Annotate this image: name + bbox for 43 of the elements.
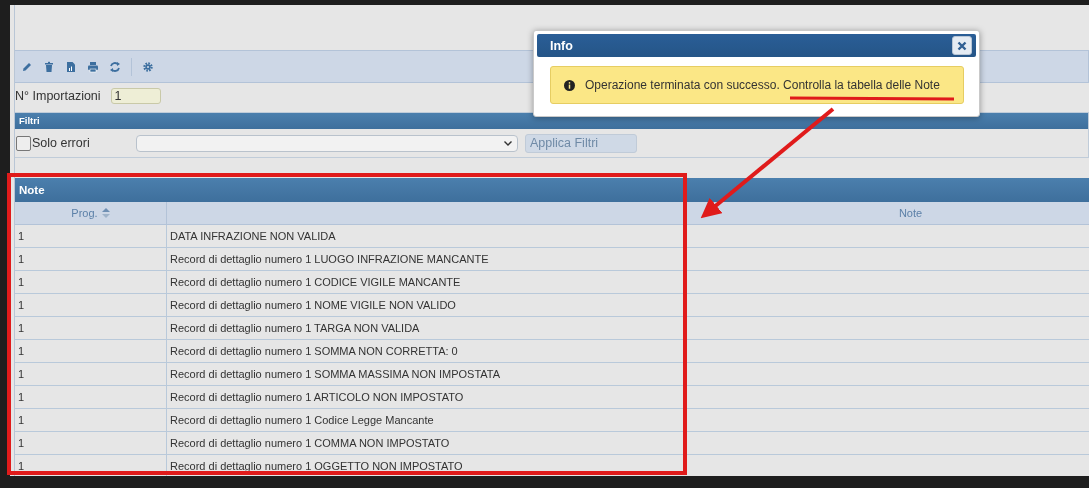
printer-icon[interactable] xyxy=(87,60,99,73)
table-cell: Record di dettaglio numero 1 OGGETTO NON IMPOSTATO xyxy=(167,455,1089,476)
refresh-icon[interactable] xyxy=(109,60,121,73)
table-cell: DATA INFRAZIONE NON VALIDA xyxy=(167,225,1089,247)
info-icon xyxy=(564,79,575,91)
table-cell: Record di dettaglio numero 1 LUOGO INFRAZIONE MANCANTE xyxy=(167,248,1089,270)
trash-icon[interactable] xyxy=(43,60,55,73)
table-cell: Record di dettaglio numero 1 NOME VIGILE NON VALIDO xyxy=(167,294,1089,316)
field-label: N° Importazioni xyxy=(15,89,101,103)
table-cell: Record di dettaglio numero 1 CODICE VIGILE MANCANTE xyxy=(167,271,1089,293)
table-cell: 1 xyxy=(15,294,167,316)
table-cell: 1 xyxy=(15,317,167,339)
checkbox[interactable] xyxy=(16,135,31,151)
table-cell: 1 xyxy=(15,386,167,408)
sort-icon[interactable] xyxy=(101,208,110,218)
table-cell: Record di dettaglio numero 1 SOMMA NON CORRETTA: 0 xyxy=(167,340,1089,362)
table-cell: Record di dettaglio numero 1 SOMMA MASSIMA NON IMPOSTATA xyxy=(167,363,1089,385)
pencil-icon[interactable] xyxy=(21,60,33,73)
table-cell: 1 xyxy=(15,225,167,247)
settings-icon[interactable] xyxy=(142,60,154,73)
column-header[interactable]: Prog. xyxy=(71,207,98,219)
table-cell: Record di dettaglio numero 1 TARGA NON VALIDA xyxy=(167,317,1089,339)
chevron-icon xyxy=(503,138,513,148)
dialog-title: Info xyxy=(550,38,573,53)
table-cell: 1 xyxy=(15,409,167,431)
table-cell: 1 xyxy=(15,271,167,293)
document-chart-icon[interactable] xyxy=(65,60,77,73)
checkbox-label: Solo errori xyxy=(32,136,90,150)
close-icon[interactable] xyxy=(957,40,967,51)
column-header[interactable]: Note xyxy=(898,207,923,219)
message-text: Operazione terminata con successo. Controlla la tabella delle Note xyxy=(585,78,940,92)
table-cell: 1 xyxy=(15,432,167,454)
table-cell: 1 xyxy=(15,363,167,385)
table-cell: Record di dettaglio numero 1 Codice Legge Mancante xyxy=(167,409,1089,431)
import-count-field[interactable]: 1 xyxy=(110,88,161,104)
table-cell: Record di dettaglio numero 1 ARTICOLO NON IMPOSTATO xyxy=(167,386,1089,408)
apply-filters-button[interactable]: Applica Filtri xyxy=(525,133,637,153)
table-cell: Record di dettaglio numero 1 COMMA NON IMPOSTATO xyxy=(167,432,1089,454)
close-button[interactable] xyxy=(952,36,972,55)
table-cell: 1 xyxy=(15,248,167,270)
table-title: Note xyxy=(15,178,1089,202)
table-cell: 1 xyxy=(15,455,167,476)
table-cell: 1 xyxy=(15,340,167,362)
